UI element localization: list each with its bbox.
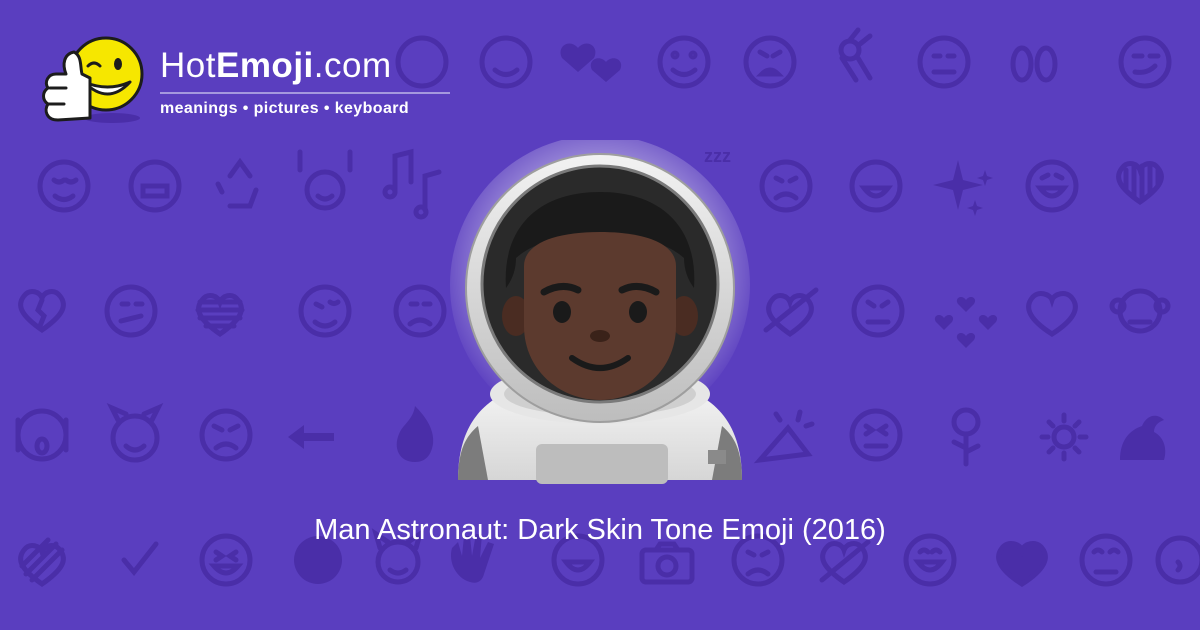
grinning-face-icon <box>1025 159 1079 213</box>
relieved-face-icon <box>37 159 91 213</box>
winking-tongue-face-icon <box>298 284 352 338</box>
confused-face-icon <box>104 284 158 338</box>
angry-face-icon <box>199 408 253 462</box>
tired-face-icon <box>743 35 797 89</box>
monkey-icon <box>1109 288 1171 334</box>
sparkles-icon <box>933 160 993 216</box>
thumbs-up-winking-smiley-icon <box>42 36 144 123</box>
recycle-icon <box>215 157 259 209</box>
eyes-icon <box>1010 45 1058 83</box>
man-astronaut-emoji <box>450 140 750 484</box>
grimacing-face-icon <box>128 159 182 213</box>
smiling-face-icon <box>479 35 533 89</box>
two-hearts-icon <box>560 43 622 82</box>
musical-notes-icon <box>382 148 442 220</box>
worried-face-icon <box>759 159 813 213</box>
frowning-face-icon <box>393 284 447 338</box>
flexed-biceps-icon <box>1120 415 1166 460</box>
sun-icon <box>1039 412 1089 462</box>
logo-wordmark: HotEmoji.com meanings • pictures • keybo… <box>160 46 460 118</box>
fire-icon <box>396 406 434 462</box>
revolving-hearts-icon <box>934 297 998 348</box>
persevering-face-icon <box>851 284 905 338</box>
site-name: HotEmoji.com <box>160 46 460 86</box>
squinting-tongue-face-icon <box>849 408 903 462</box>
heart-arrow-icon <box>763 287 819 338</box>
left-arrow-icon <box>288 425 334 449</box>
grinning-face-icon <box>849 159 903 213</box>
site-tagline: meanings • pictures • keyboard <box>160 100 410 117</box>
ok-hand-icon <box>838 27 873 83</box>
site-name-emoji: Emoji <box>215 46 314 85</box>
heart-icon <box>1026 291 1078 337</box>
raising-hands-icon <box>297 149 353 211</box>
share-card: zzz HotEmoji.com meanings • pictures • k… <box>0 0 1200 630</box>
rose-icon <box>951 407 981 467</box>
logo-divider <box>160 92 450 94</box>
striped-heart-icon <box>195 293 245 338</box>
striped-heart-icon <box>1116 161 1164 206</box>
smirking-face-icon <box>1118 35 1172 89</box>
site-name-hot: Hot <box>160 46 216 85</box>
party-popper-icon <box>753 409 815 464</box>
screaming-face-icon <box>15 408 69 462</box>
smiling-face-icon <box>657 35 711 89</box>
neutral-face-icon <box>917 35 971 89</box>
broken-heart-icon <box>18 289 66 334</box>
emoji-title: Man Astronaut: Dark Skin Tone Emoji (201… <box>314 514 886 546</box>
site-name-domain: .com <box>313 46 392 85</box>
smiling-devil-icon <box>106 403 164 463</box>
site-logo[interactable]: HotEmoji.com meanings • pictures • keybo… <box>38 30 468 130</box>
